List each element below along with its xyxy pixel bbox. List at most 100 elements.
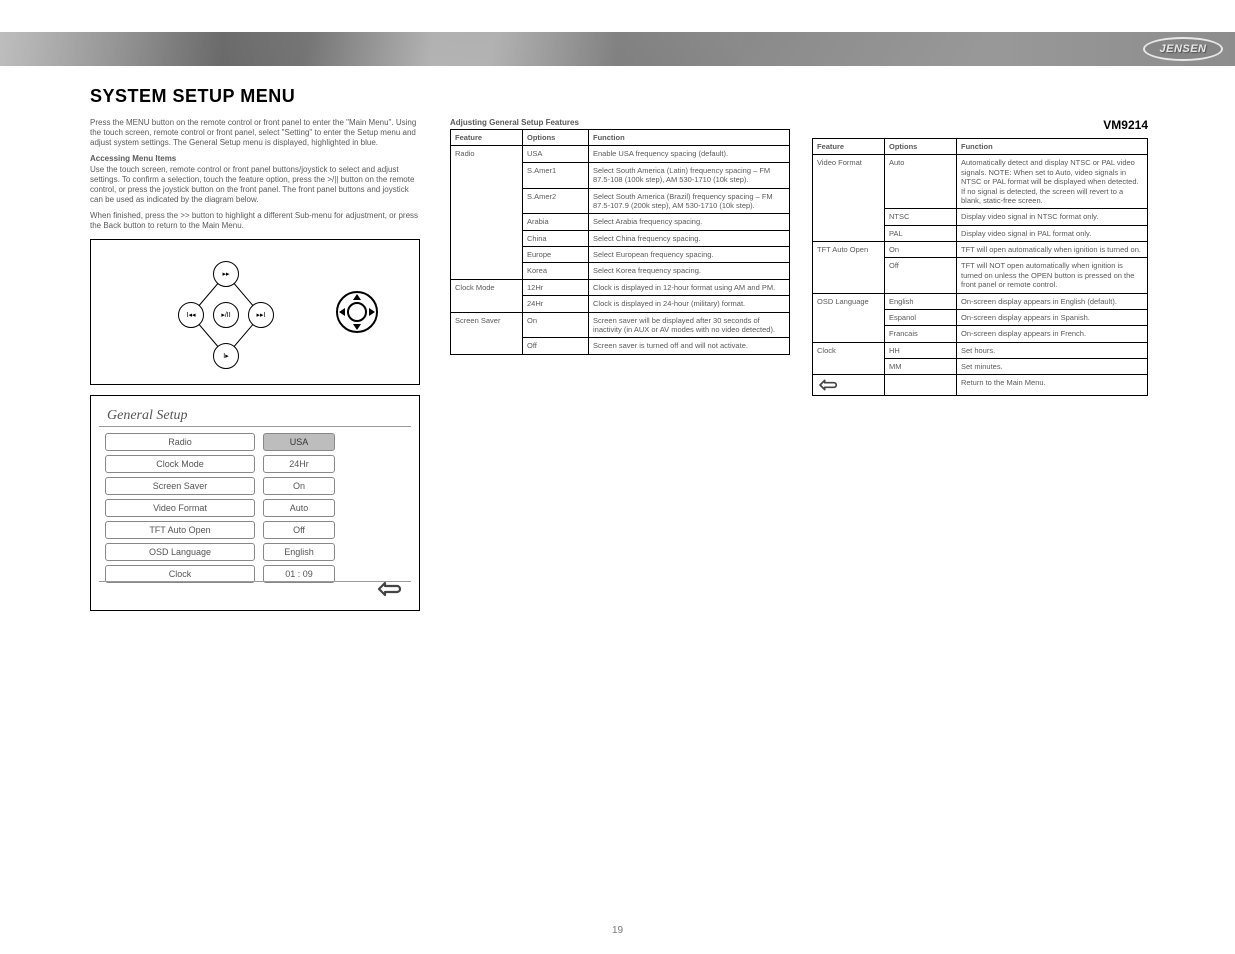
setup-row-label: TFT Auto Open — [105, 521, 255, 539]
feature-cell: Clock — [813, 342, 885, 375]
right-column: VM9214 FeatureOptionsFunctionVideo Forma… — [812, 118, 1148, 396]
option-cell: HH — [885, 342, 957, 358]
option-cell: China — [523, 230, 589, 246]
intro-text: Press the MENU button on the remote cont… — [90, 118, 420, 148]
page-number: 19 — [612, 925, 623, 936]
table-header: Function — [589, 130, 790, 146]
option-cell: Auto — [885, 155, 957, 209]
option-cell: Off — [885, 258, 957, 293]
option-cell: S.Amer1 — [523, 162, 589, 188]
feature-cell: Clock Mode — [451, 279, 523, 312]
option-cell: On — [885, 242, 957, 258]
function-cell: Display video signal in NTSC format only… — [957, 209, 1148, 225]
dpad-down-button[interactable]: I▸ — [213, 343, 239, 369]
table-row: Video FormatAutoAutomatically detect and… — [813, 155, 1148, 209]
option-cell: USA — [523, 146, 589, 162]
function-cell: Select European frequency spacing. — [589, 247, 790, 263]
feature-cell: TFT Auto Open — [813, 242, 885, 294]
setup-row[interactable]: OSD Language English — [105, 542, 407, 561]
body-paragraph: Press the MENU button on the remote cont… — [90, 118, 420, 148]
general-setup-screenshot: General Setup Radio USA Clock Mode 24Hr Scre… — [90, 395, 420, 611]
setup-row-value: 01 : 09 — [263, 565, 335, 583]
function-cell: Select Arabia frequency spacing. — [589, 214, 790, 230]
setup-row-label: Radio — [105, 433, 255, 451]
setup-row[interactable]: Screen SaverOn — [105, 476, 407, 495]
general-setup-features-table-2: FeatureOptionsFunctionVideo FormatAutoAu… — [812, 138, 1148, 396]
table-header: Options — [885, 139, 957, 155]
table-row: RadioUSAEnable USA frequency spacing (de… — [451, 146, 790, 162]
setup-row-value: Auto — [263, 499, 335, 517]
function-cell: Clock is displayed in 12-hour format usi… — [589, 279, 790, 295]
table-row: ClockHHSet hours. — [813, 342, 1148, 358]
option-cell: 24Hr — [523, 296, 589, 312]
function-cell: Select South America (Brazil) frequency … — [589, 188, 790, 214]
option-cell: 12Hr — [523, 279, 589, 295]
function-cell: TFT will NOT open automatically when ign… — [957, 258, 1148, 293]
dpad-center-button[interactable]: ▸/II — [213, 302, 239, 328]
access-text: Use the touch screen, remote control or … — [90, 165, 420, 231]
general-setup-list: Radio USA Clock Mode 24Hr Screen SaverOn Vide… — [105, 432, 407, 586]
option-cell: Korea — [523, 263, 589, 279]
function-cell: On-screen display appears in Spanish. — [957, 309, 1148, 325]
setup-row-label: OSD Language — [105, 543, 255, 561]
table-header: Feature — [451, 130, 523, 146]
brand-text: JENSEN — [1159, 43, 1206, 55]
option-cell: On — [523, 312, 589, 338]
table-row: TFT Auto OpenOnTFT will open automatical… — [813, 242, 1148, 258]
setup-row-label: Clock Mode — [105, 455, 255, 473]
dpad-up-button[interactable]: ▸▸ — [213, 261, 239, 287]
page-title: SYSTEM SETUP MENU — [90, 86, 295, 107]
setup-row-value: English — [263, 543, 335, 561]
setup-row-value: USA — [263, 433, 335, 451]
back-icon — [817, 378, 837, 392]
option-cell: PAL — [885, 225, 957, 241]
body-paragraph: Use the touch screen, remote control or … — [90, 165, 420, 205]
table-row: Clock Mode12HrClock is displayed in 12-h… — [451, 279, 790, 295]
option-cell: English — [885, 293, 957, 309]
function-cell: Select Korea frequency spacing. — [589, 263, 790, 279]
body-paragraph: When finished, press the >> button to hi… — [90, 211, 420, 231]
option-cell: NTSC — [885, 209, 957, 225]
table-row: OSD LanguageEnglishOn-screen display app… — [813, 293, 1148, 309]
general-setup-title: General Setup — [107, 408, 187, 424]
function-cell: Return to the Main Menu. — [957, 375, 1148, 396]
setup-row[interactable]: Radio USA — [105, 432, 407, 451]
joystick-icon — [335, 290, 379, 334]
function-cell: Display video signal in PAL format only. — [957, 225, 1148, 241]
function-cell: Set minutes. — [957, 359, 1148, 375]
control-diagram: ▸▸ I◂◂ ▸/II ▸▸I I▸ — [90, 239, 420, 385]
dpad-diagram: ▸▸ I◂◂ ▸/II ▸▸I I▸ — [151, 250, 301, 380]
function-cell: TFT will open automatically when ignitio… — [957, 242, 1148, 258]
feature-cell: Screen Saver — [451, 312, 523, 354]
function-cell: Set hours. — [957, 342, 1148, 358]
dpad-right-button[interactable]: ▸▸I — [248, 302, 274, 328]
function-cell: Select South America (Latin) frequency s… — [589, 162, 790, 188]
function-cell: Automatically detect and display NTSC or… — [957, 155, 1148, 209]
setup-row-label: Screen Saver — [105, 477, 255, 495]
function-cell: Screen saver is turned off and will not … — [589, 338, 790, 354]
setup-row-value: 24Hr — [263, 455, 335, 473]
table-header: Feature — [813, 139, 885, 155]
back-icon[interactable] — [375, 578, 401, 604]
table-header: Options — [523, 130, 589, 146]
dpad-left-button[interactable]: I◂◂ — [178, 302, 204, 328]
option-cell: Arabia — [523, 214, 589, 230]
table-row: Screen SaverOnScreen saver will be displ… — [451, 312, 790, 338]
function-cell: Select China frequency spacing. — [589, 230, 790, 246]
setup-row-label: Clock — [105, 565, 255, 583]
function-cell: Clock is displayed in 24-hour (military)… — [589, 296, 790, 312]
option-cell: Europe — [523, 247, 589, 263]
setup-row[interactable]: Clock Mode 24Hr — [105, 454, 407, 473]
table-header: Function — [957, 139, 1148, 155]
access-heading: Accessing Menu Items — [90, 154, 420, 163]
brand-logo: JENSEN — [1143, 37, 1223, 61]
table-row: Return to the Main Menu. — [813, 375, 1148, 396]
setup-row[interactable]: TFT Auto OpenOff — [105, 520, 407, 539]
model-number: VM9214 — [812, 118, 1148, 132]
left-column: Press the MENU button on the remote cont… — [90, 118, 420, 611]
option-cell: Off — [523, 338, 589, 354]
option-cell: S.Amer2 — [523, 188, 589, 214]
setup-row[interactable]: Video FormatAuto — [105, 498, 407, 517]
function-cell: Screen saver will be displayed after 30 … — [589, 312, 790, 338]
option-cell: MM — [885, 359, 957, 375]
